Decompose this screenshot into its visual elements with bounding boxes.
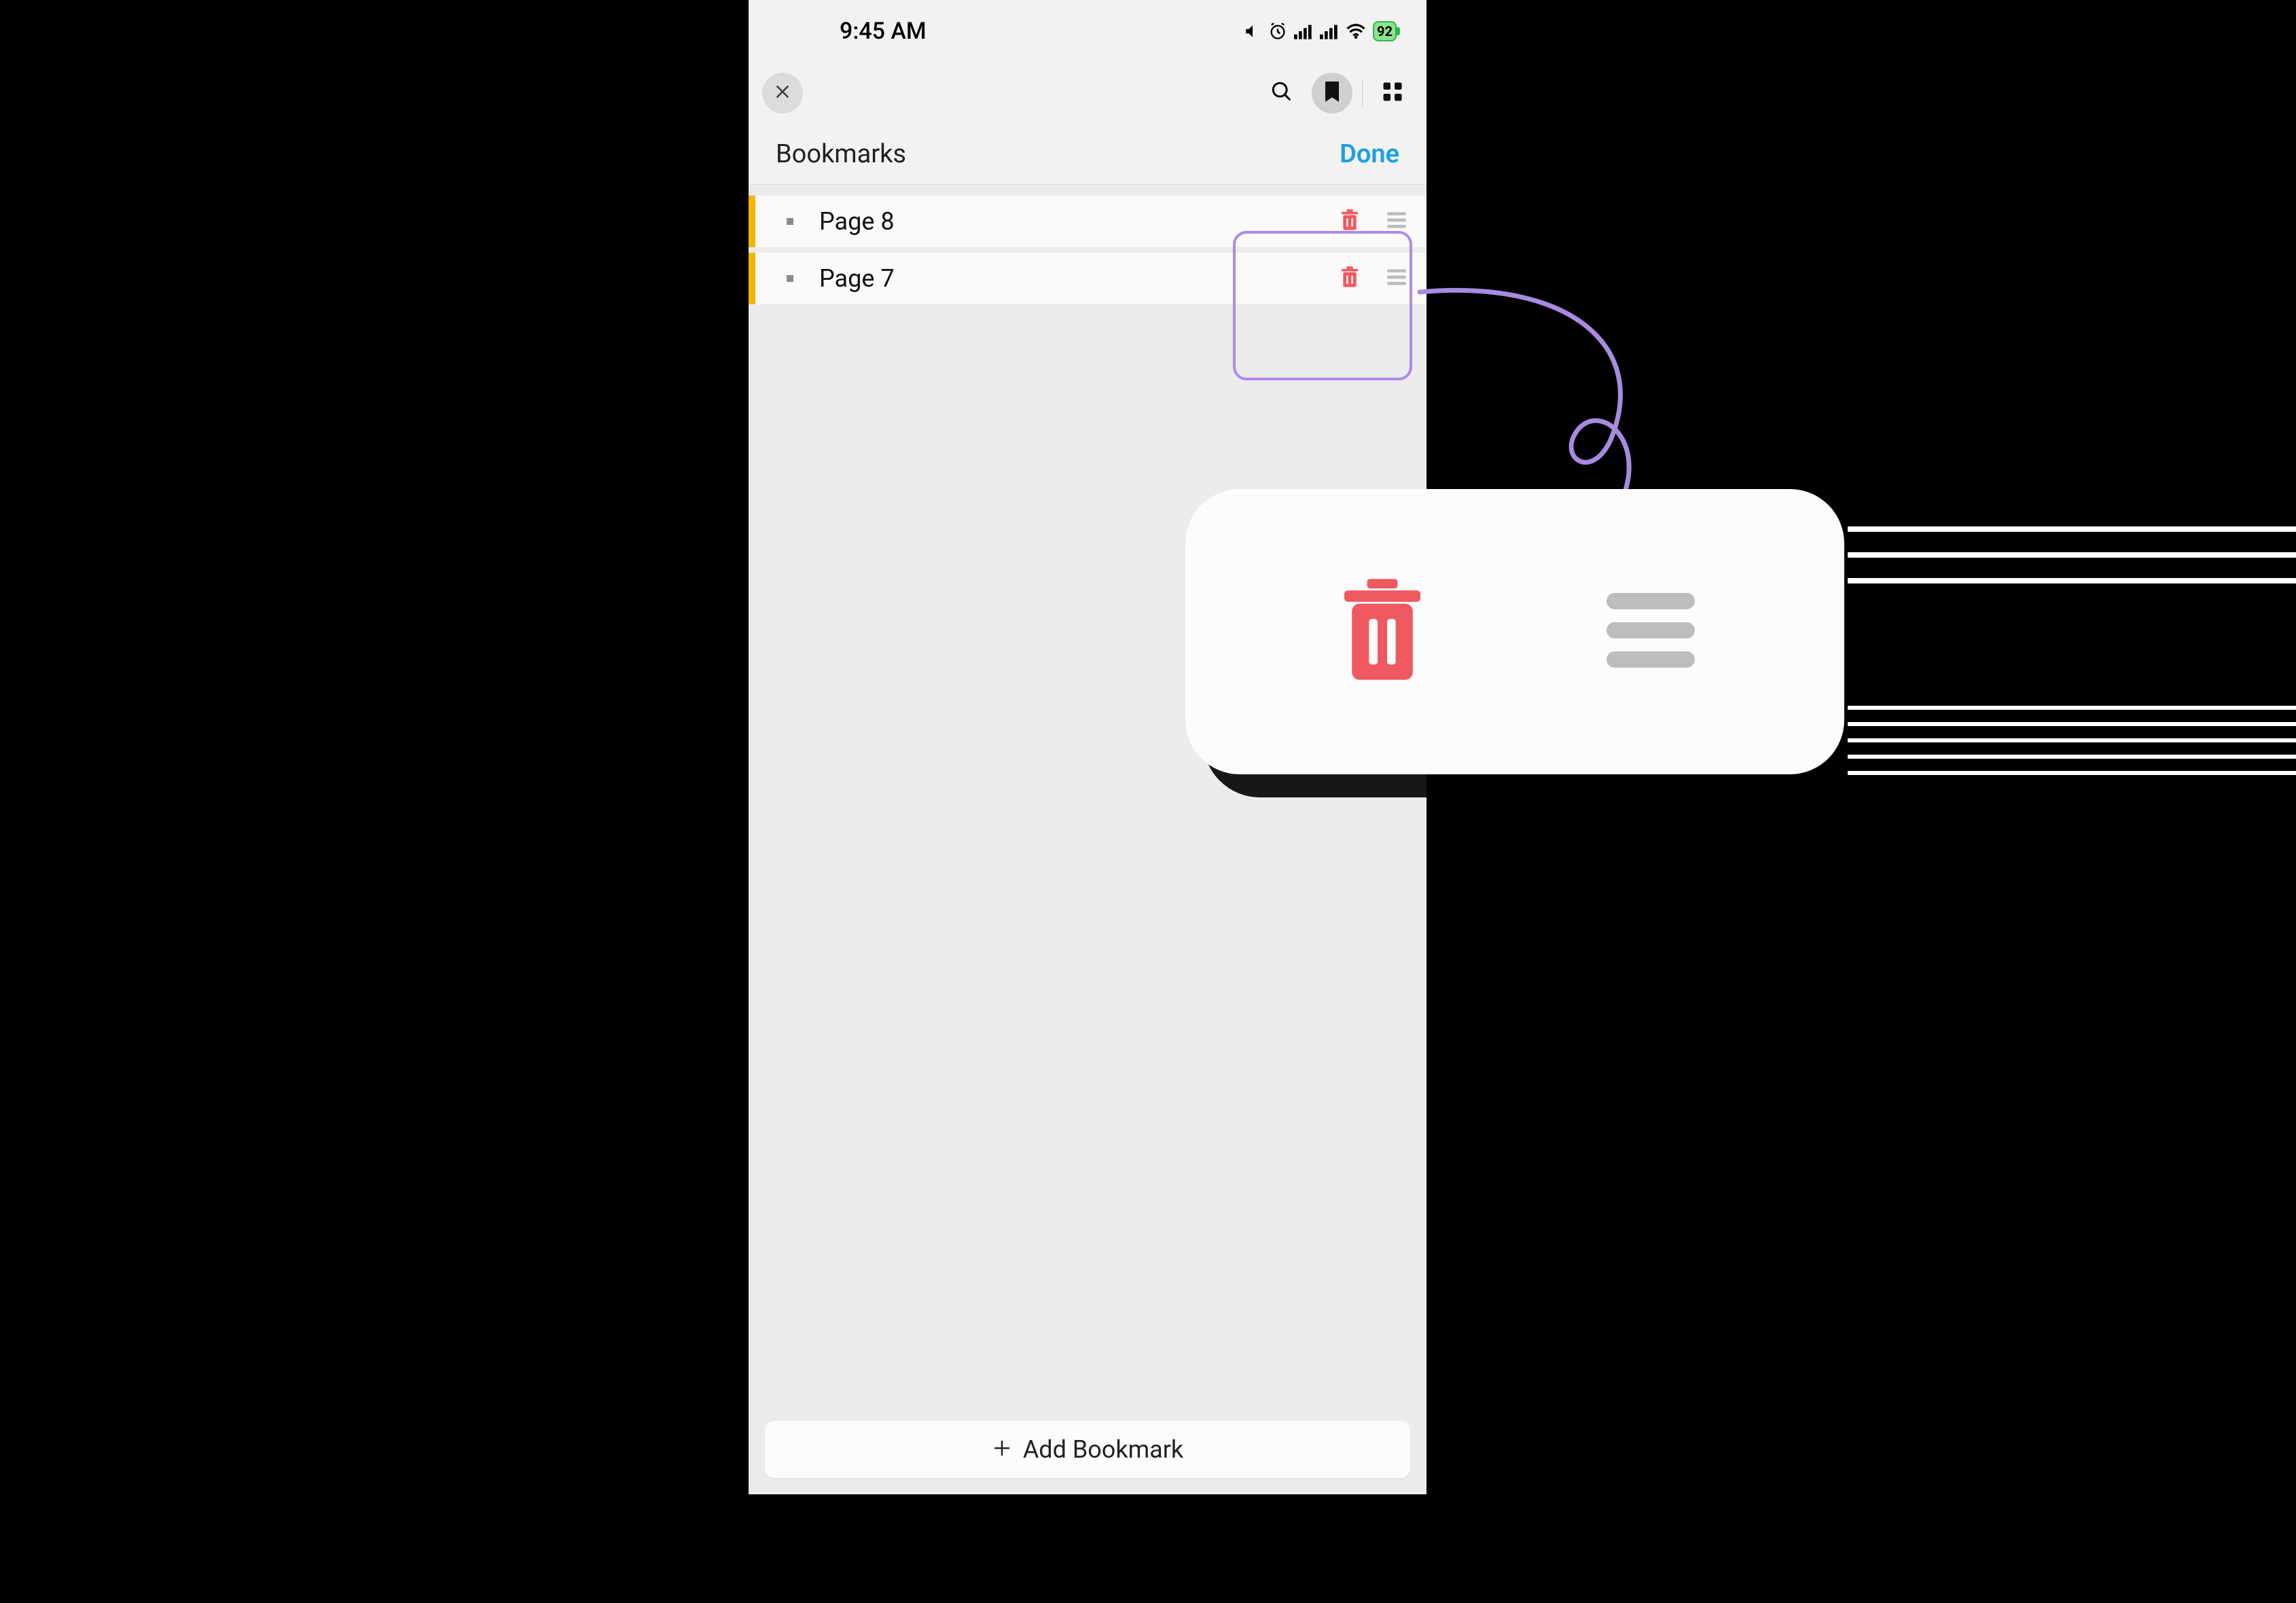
section-header: Bookmarks Done	[749, 124, 1427, 185]
row-actions	[1340, 209, 1406, 234]
add-bookmark-button[interactable]: Add Bookmark	[765, 1421, 1410, 1478]
status-bar: 9:45 AM 92	[749, 0, 1427, 62]
search-icon	[1270, 80, 1293, 106]
mute-icon	[1244, 22, 1261, 40]
annotation-callout	[1185, 489, 1844, 774]
drag-handle[interactable]	[1387, 212, 1406, 231]
bookmark-label: Page 7	[819, 264, 1340, 293]
delete-bookmark-button[interactable]	[1340, 266, 1360, 291]
plus-icon	[992, 1438, 1012, 1461]
row-actions	[1340, 266, 1406, 291]
bookmark-icon	[1324, 82, 1340, 105]
bookmark-label: Page 8	[819, 207, 1340, 236]
footer: Add Bookmark	[749, 1405, 1427, 1494]
signal-icon	[1294, 23, 1313, 39]
bookmark-row[interactable]: Page 8	[749, 196, 1427, 247]
search-button[interactable]	[1261, 73, 1302, 113]
delete-bookmark-button[interactable]	[1340, 209, 1360, 234]
drag-handle[interactable]	[1387, 269, 1406, 288]
bookmark-row[interactable]: Page 7	[749, 253, 1427, 304]
grid-view-button[interactable]	[1372, 73, 1413, 113]
trash-icon	[1335, 573, 1430, 691]
add-bookmark-label: Add Bookmark	[1023, 1435, 1183, 1464]
alarm-icon	[1268, 22, 1287, 41]
section-title: Bookmarks	[776, 139, 906, 169]
bookmark-list: Page 8 Page 7	[749, 185, 1427, 1405]
toolbar	[749, 62, 1427, 124]
bullet-icon	[787, 218, 793, 225]
battery-level: 92	[1377, 23, 1393, 39]
battery-icon: 92	[1373, 21, 1397, 41]
done-button[interactable]: Done	[1340, 139, 1399, 169]
close-button[interactable]	[762, 73, 803, 113]
signal-icon-2	[1320, 23, 1339, 39]
status-icons: 92	[1244, 21, 1397, 41]
bookmark-toggle-button[interactable]	[1312, 73, 1352, 113]
drag-handle-icon	[1607, 593, 1695, 670]
close-icon	[774, 83, 791, 103]
grid-icon	[1382, 82, 1403, 105]
decorative-lines	[1848, 526, 2296, 787]
wifi-icon	[1346, 23, 1366, 39]
bullet-icon	[787, 275, 793, 282]
status-time: 9:45 AM	[840, 18, 927, 45]
toolbar-divider	[1362, 79, 1363, 107]
